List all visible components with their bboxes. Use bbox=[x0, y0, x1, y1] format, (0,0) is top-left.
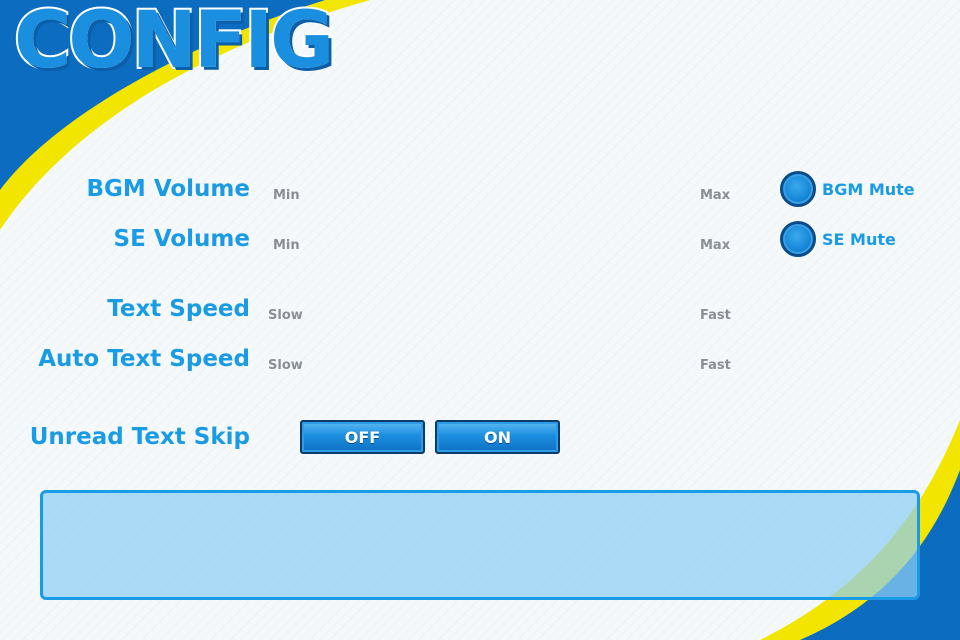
auto-text-speed-max: Fast bbox=[700, 358, 731, 373]
se-mute-toggle[interactable]: SE Mute bbox=[780, 221, 896, 257]
bgm-volume-max: Max bbox=[700, 188, 731, 203]
message-box bbox=[40, 490, 920, 600]
unread-skip-off-button[interactable]: OFF bbox=[300, 420, 425, 454]
se-mute-label: SE Mute bbox=[822, 229, 896, 249]
se-volume-slider[interactable] bbox=[300, 230, 695, 260]
bgm-mute-button[interactable] bbox=[780, 171, 816, 207]
unread-text-skip-label: Unread Text Skip bbox=[29, 424, 250, 450]
text-speed-max: Fast bbox=[700, 308, 731, 323]
text-speed-slider[interactable] bbox=[300, 300, 695, 330]
auto-text-speed-min: Slow bbox=[268, 358, 303, 373]
bgm-volume-min: Min bbox=[273, 188, 300, 203]
text-speed-min: Slow bbox=[268, 308, 303, 323]
bgm-volume-label: BGM Volume bbox=[86, 176, 250, 202]
auto-text-speed-label: Auto Text Speed bbox=[38, 346, 250, 372]
text-speed-label: Text Speed bbox=[107, 296, 250, 322]
se-mute-button[interactable] bbox=[780, 221, 816, 257]
bgm-mute-toggle[interactable]: BGM Mute bbox=[780, 171, 915, 207]
se-volume-max: Max bbox=[700, 238, 731, 253]
se-volume-min: Min bbox=[273, 238, 300, 253]
auto-text-speed-slider[interactable] bbox=[300, 350, 695, 380]
bgm-mute-label: BGM Mute bbox=[822, 179, 915, 199]
bgm-volume-slider[interactable] bbox=[300, 180, 695, 210]
se-volume-label: SE Volume bbox=[113, 226, 250, 252]
unread-skip-on-button[interactable]: ON bbox=[435, 420, 560, 454]
page-title: CONFIG bbox=[12, 0, 336, 86]
